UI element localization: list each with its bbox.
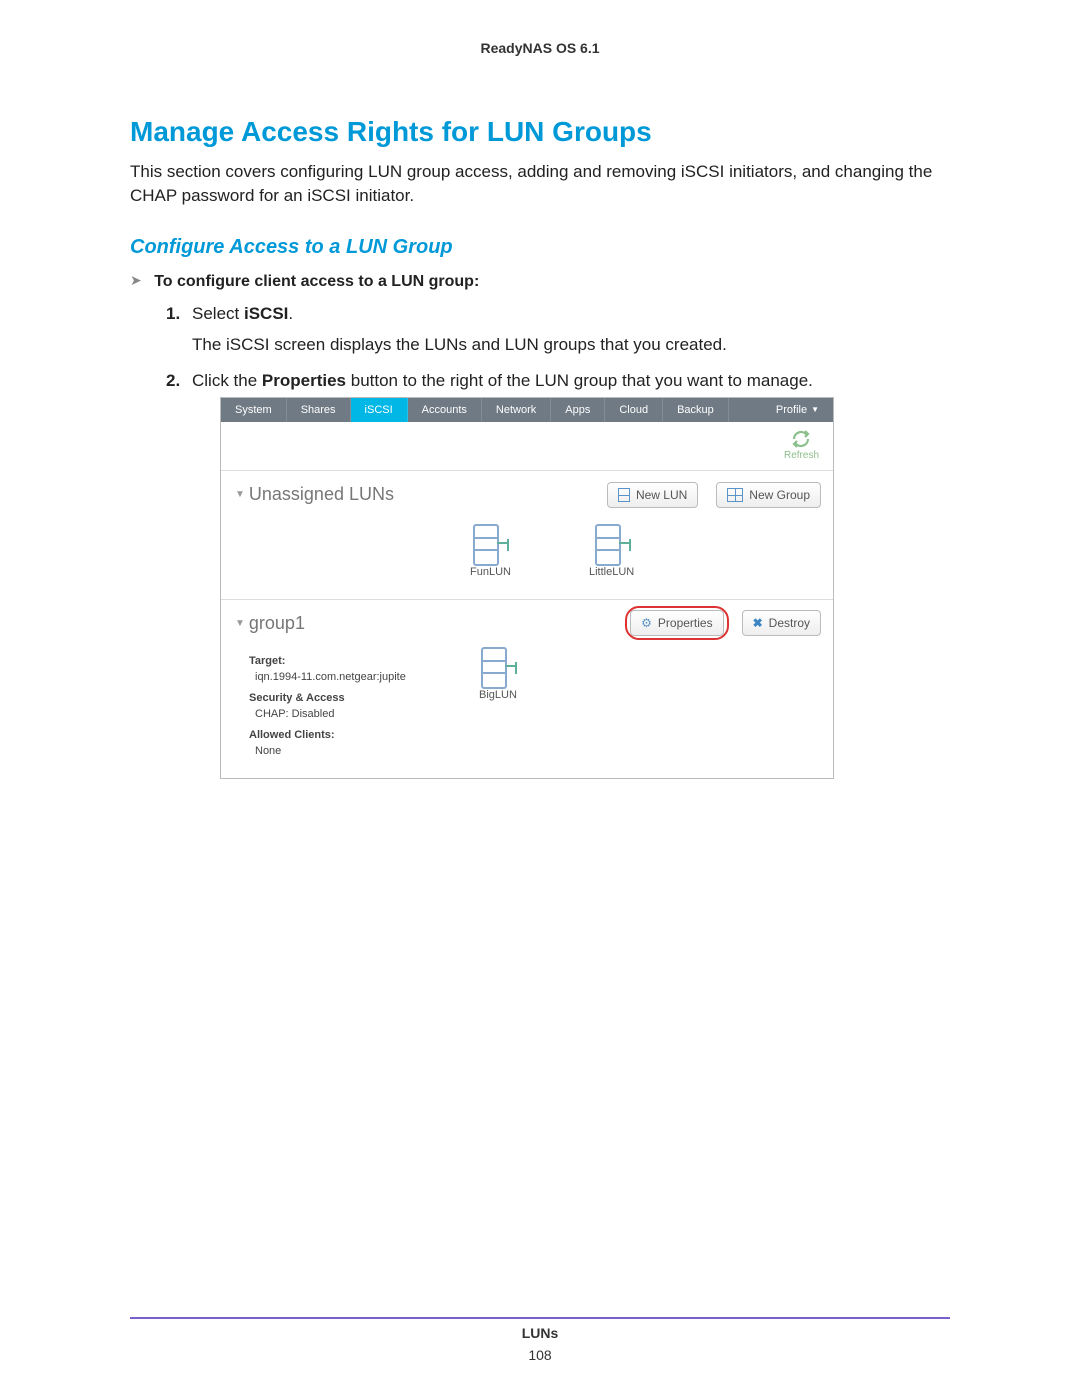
meta-target-v: iqn.1994-11.com.netgear:jupite xyxy=(255,669,469,686)
section-lead: This section covers configuring LUN grou… xyxy=(130,160,950,208)
properties-button[interactable]: ⚙ Properties xyxy=(630,610,723,636)
step-1-bold: iSCSI xyxy=(244,304,288,323)
tab-iscsi[interactable]: iSCSI xyxy=(351,398,408,422)
nav-tabs: System Shares iSCSI Accounts Network App… xyxy=(221,398,833,422)
doc-product-header: ReadyNAS OS 6.1 xyxy=(130,40,950,56)
refresh-label: Refresh xyxy=(784,448,819,463)
gear-icon: ⚙ xyxy=(641,614,652,632)
tab-profile-label: Profile xyxy=(776,398,807,422)
destroy-button[interactable]: ✖ Destroy xyxy=(742,610,821,636)
new-lun-label: New LUN xyxy=(636,486,687,504)
meta-clients-h: Allowed Clients: xyxy=(249,727,469,744)
group-meta: Target: iqn.1994-11.com.netgear:jupite S… xyxy=(235,647,469,764)
lun-icon xyxy=(481,647,515,685)
tab-accounts[interactable]: Accounts xyxy=(408,398,482,422)
lun-icon xyxy=(595,524,629,562)
step-1-post: . xyxy=(288,304,293,323)
tab-shares[interactable]: Shares xyxy=(287,398,351,422)
destroy-label: Destroy xyxy=(769,614,810,632)
lun-item[interactable]: FunLUN xyxy=(470,524,511,581)
step-2-post: button to the right of the LUN group tha… xyxy=(346,371,813,390)
step-1: 1. Select iSCSI. The iSCSI screen displa… xyxy=(166,301,950,358)
meta-security-h: Security & Access xyxy=(249,690,469,707)
step-2-bold: Properties xyxy=(262,371,346,390)
new-lun-icon xyxy=(618,488,630,502)
lun-label: BigLUN xyxy=(479,687,517,704)
lun-label: LittleLUN xyxy=(589,564,634,581)
step-2-number: 2. xyxy=(166,368,180,394)
meta-security-v: CHAP: Disabled xyxy=(255,706,469,723)
tab-network[interactable]: Network xyxy=(482,398,551,422)
collapse-icon[interactable]: ▼ xyxy=(235,487,245,502)
procedure-arrow-icon: ➤ xyxy=(130,272,142,289)
new-lun-button[interactable]: New LUN xyxy=(607,482,698,508)
subsection-title: Configure Access to a LUN Group xyxy=(130,236,950,259)
footer-rule xyxy=(130,1317,950,1319)
meta-clients-v: None xyxy=(255,743,469,760)
step-2-pre: Click the xyxy=(192,371,262,390)
properties-label: Properties xyxy=(658,614,713,632)
section-title: Manage Access Rights for LUN Groups xyxy=(130,116,950,148)
new-group-label: New Group xyxy=(749,486,810,504)
panel-group1: ▼ group1 ⚙ Properties ✖ Destroy xyxy=(221,599,833,778)
tab-profile[interactable]: Profile ▼ xyxy=(762,398,833,422)
tab-cloud[interactable]: Cloud xyxy=(605,398,663,422)
page-number: 108 xyxy=(0,1347,1080,1363)
tab-system[interactable]: System xyxy=(221,398,287,422)
chevron-down-icon: ▼ xyxy=(811,398,819,422)
lun-icon xyxy=(473,524,507,562)
destroy-icon: ✖ xyxy=(753,614,763,632)
panel-group1-title: group1 xyxy=(249,610,305,637)
meta-target-h: Target: xyxy=(249,653,469,670)
procedure-heading: ➤ To configure client access to a LUN gr… xyxy=(130,273,950,291)
step-1-sub: The iSCSI screen displays the LUNs and L… xyxy=(192,332,950,358)
embedded-screenshot: System Shares iSCSI Accounts Network App… xyxy=(220,397,834,779)
tab-apps[interactable]: Apps xyxy=(551,398,605,422)
tab-backup[interactable]: Backup xyxy=(663,398,729,422)
panel-unassigned-title: Unassigned LUNs xyxy=(249,481,394,508)
new-group-button[interactable]: New Group xyxy=(716,482,821,508)
step-2: 2. Click the Properties button to the ri… xyxy=(166,368,950,779)
new-group-icon xyxy=(727,488,743,502)
lun-item[interactable]: LittleLUN xyxy=(589,524,634,581)
lun-label: FunLUN xyxy=(470,564,511,581)
collapse-icon[interactable]: ▼ xyxy=(235,616,245,631)
footer-section-label: LUNs xyxy=(0,1325,1080,1341)
panel-unassigned: ▼ Unassigned LUNs New LUN New Group xyxy=(221,471,833,599)
refresh-icon xyxy=(790,430,812,448)
refresh-button[interactable]: Refresh xyxy=(784,430,819,463)
toolbar: Refresh xyxy=(221,422,833,471)
procedure-label: To configure client access to a LUN grou… xyxy=(154,273,479,290)
lun-item[interactable]: BigLUN xyxy=(479,647,517,764)
step-1-number: 1. xyxy=(166,301,180,327)
step-1-pre: Select xyxy=(192,304,244,323)
